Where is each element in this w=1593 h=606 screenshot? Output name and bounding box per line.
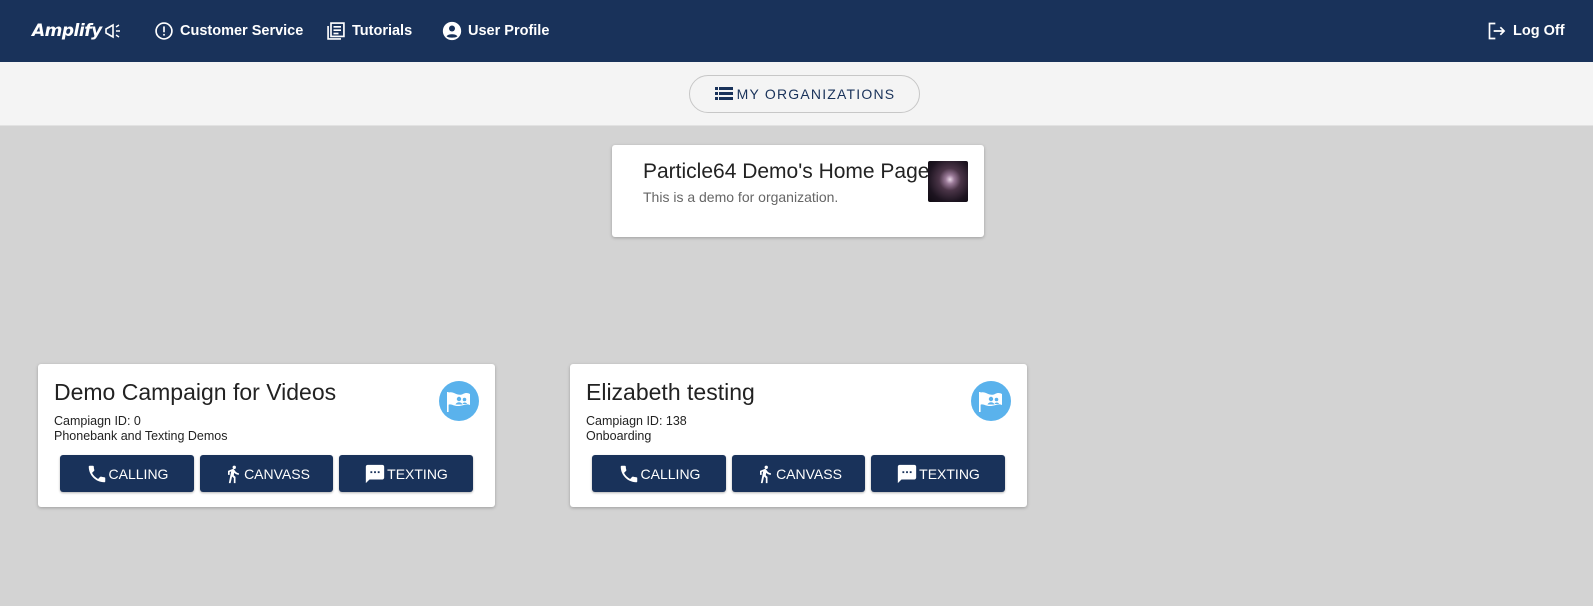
nav-customer-service[interactable]: Customer Service: [154, 19, 303, 43]
alert-circle-icon: [155, 22, 173, 40]
campaign-card: Demo Campaign for Videos Campiagn ID: 0 …: [38, 364, 495, 507]
nav-tutorials-label: Tutorials: [352, 23, 413, 39]
texting-label: TEXTING: [387, 465, 448, 482]
calling-button[interactable]: CALLING: [592, 455, 726, 492]
phone-icon: [88, 465, 105, 482]
campaign-group-flag-icon: [439, 381, 479, 421]
phone-icon: [620, 465, 637, 482]
campaign-subtitle: Phonebank and Texting Demos: [54, 429, 228, 443]
canvass-button[interactable]: CANVASS: [732, 455, 865, 492]
campaign-id: Campiagn ID: 138: [586, 414, 687, 428]
texting-button[interactable]: TEXTING: [339, 455, 473, 492]
calling-button[interactable]: CALLING: [60, 455, 194, 492]
sms-icon: [897, 464, 917, 483]
list-icon: [714, 87, 733, 100]
nav-customer-service-label: Customer Service: [180, 23, 304, 39]
canvass-label: CANVASS: [244, 465, 310, 482]
logout-icon: [1488, 22, 1506, 40]
canvass-label: CANVASS: [776, 465, 842, 482]
texting-label: TEXTING: [919, 465, 980, 482]
organization-title: Particle64 Demo's Home Page: [643, 160, 930, 183]
logout-button[interactable]: Log Off: [1487, 19, 1565, 43]
campaign-id: Campiagn ID: 0: [54, 414, 141, 428]
organization-thumbnail: [928, 161, 968, 202]
newspaper-icon: [327, 22, 345, 40]
walking-person-icon: [760, 465, 771, 483]
nav-user-profile-label: User Profile: [468, 23, 550, 39]
logo-text: Amplify: [32, 21, 102, 41]
amplify-logo[interactable]: Amplify: [32, 19, 123, 43]
texting-button[interactable]: TEXTING: [871, 455, 1005, 492]
calling-label: CALLING: [108, 465, 169, 482]
sub-header: MY ORGANIZATIONS: [0, 62, 1593, 126]
top-navbar: Amplify Customer Service Tutorials User …: [0, 0, 1593, 62]
megaphone-icon: [104, 23, 120, 39]
calling-label: CALLING: [640, 465, 701, 482]
campaign-title: Demo Campaign for Videos: [54, 379, 337, 405]
my-organizations-button[interactable]: MY ORGANIZATIONS: [689, 75, 920, 113]
logout-label: Log Off: [1513, 23, 1565, 39]
campaign-group-flag-icon: [971, 381, 1011, 421]
organization-description: This is a demo for organization.: [643, 189, 839, 205]
walking-person-icon: [228, 465, 239, 483]
organization-card[interactable]: Particle64 Demo's Home Page This is a de…: [612, 145, 984, 237]
sms-icon: [365, 464, 385, 483]
nav-user-profile[interactable]: User Profile: [442, 19, 549, 43]
canvass-button[interactable]: CANVASS: [200, 455, 333, 492]
my-organizations-label: MY ORGANIZATIONS: [736, 86, 896, 102]
campaign-title: Elizabeth testing: [586, 379, 755, 405]
account-circle-icon: [442, 21, 462, 41]
nav-tutorials[interactable]: Tutorials: [326, 19, 412, 43]
campaign-card: Elizabeth testing Campiagn ID: 138 Onboa…: [570, 364, 1027, 507]
campaign-subtitle: Onboarding: [586, 429, 652, 443]
